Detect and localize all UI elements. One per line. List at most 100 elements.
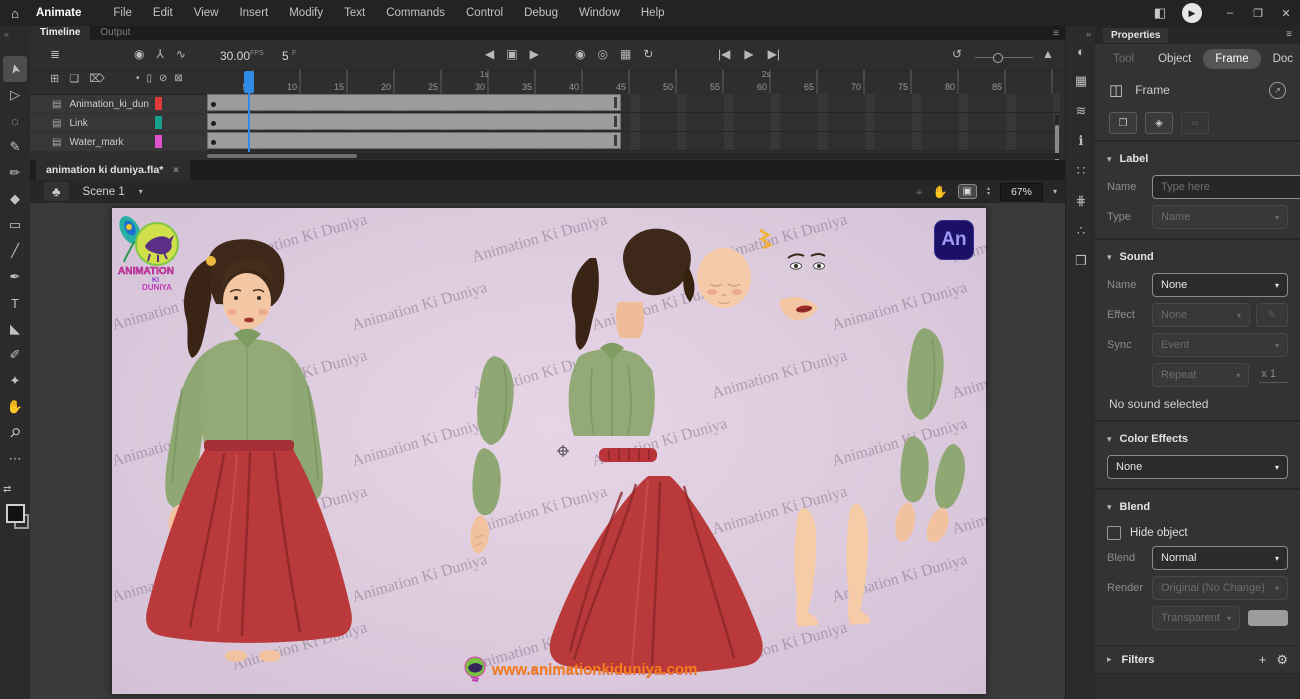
link-icon[interactable]: ∞ xyxy=(1181,112,1209,134)
layer-color-swatch[interactable] xyxy=(155,97,162,110)
onion-outline-icon[interactable]: ◎ xyxy=(597,48,607,60)
frame-span[interactable] xyxy=(207,132,621,149)
grab-stage-icon[interactable]: ✋ xyxy=(933,186,948,198)
transform-panel-icon[interactable]: ∷ xyxy=(1077,163,1085,179)
menu-item[interactable]: Text xyxy=(344,7,365,19)
part-sleeve-right[interactable] xyxy=(907,328,943,420)
current-frame-display[interactable]: 5 F xyxy=(282,49,296,63)
menu-item[interactable]: Commands xyxy=(386,7,445,19)
new-folder-icon[interactable]: ❑ xyxy=(69,74,79,85)
align-panel-icon[interactable]: ≋ xyxy=(1076,103,1087,119)
part-head[interactable] xyxy=(697,248,751,308)
part-leg-1[interactable] xyxy=(794,508,818,627)
restore-button[interactable]: ❐ xyxy=(1244,7,1272,20)
label-section-header[interactable]: ▾ Label xyxy=(1107,149,1288,169)
dock-collapse-icon[interactable]: » xyxy=(1086,29,1091,39)
sound-effect-select[interactable]: None ▾ xyxy=(1152,303,1250,327)
swatches-panel-icon[interactable]: ▦ xyxy=(1075,73,1087,89)
sound-repeat-select[interactable]: Repeat ▾ xyxy=(1152,363,1249,387)
menu-item[interactable]: View xyxy=(194,7,219,19)
part-eyes[interactable] xyxy=(788,254,825,269)
filter-options-icon[interactable]: ⚙ xyxy=(1276,652,1288,668)
layers-panel-icon[interactable]: ≣ xyxy=(50,48,60,60)
layer-row[interactable]: ▤ Animation_ki_dun... xyxy=(30,95,207,113)
classic-brush-tool-icon[interactable]: ✏ xyxy=(3,160,27,186)
layer-frames-row[interactable] xyxy=(207,94,1060,113)
sound-repeat-count[interactable]: x 1 xyxy=(1259,368,1288,383)
sound-section-header[interactable]: ▾ Sound xyxy=(1107,247,1288,267)
step-forward-icon[interactable]: ▶ xyxy=(530,48,539,60)
symbol-edit-icon[interactable]: ♣ xyxy=(44,182,69,201)
hand-tool-icon[interactable]: ✋ xyxy=(3,394,27,420)
center-stage-button[interactable]: ▣ xyxy=(958,184,977,199)
add-filter-icon[interactable]: + xyxy=(1259,652,1267,667)
alpha-mode-select[interactable]: Transparent ▾ xyxy=(1152,606,1240,630)
delete-layer-icon[interactable]: ⌦ xyxy=(89,74,105,85)
timeline-zoom-knob[interactable] xyxy=(993,53,1003,63)
color-effects-header[interactable]: ▾ Color Effects xyxy=(1107,429,1288,449)
more-tools-icon[interactable]: ⋯ xyxy=(3,446,27,472)
chevron-right-icon[interactable]: ▸ xyxy=(1107,655,1112,664)
scene-name[interactable]: Scene 1 xyxy=(83,186,125,198)
part-blouse-torso[interactable] xyxy=(569,343,655,436)
close-document-icon[interactable]: ✕ xyxy=(172,165,180,176)
properties-tab[interactable]: Object xyxy=(1146,49,1203,69)
close-button[interactable]: ✕ xyxy=(1272,7,1300,20)
workspace-icon[interactable]: ◧ xyxy=(1154,5,1166,21)
quick-share-play-icon[interactable]: ▶ xyxy=(1182,3,1202,23)
frame-span[interactable] xyxy=(207,94,621,111)
layer-frames-row[interactable] xyxy=(207,113,1060,132)
blend-section-header[interactable]: ▾ Blend xyxy=(1107,497,1288,517)
layer-name[interactable]: Animation_ki_dun... xyxy=(69,99,149,110)
asset-warp-tool-icon[interactable]: ✦ xyxy=(3,368,27,394)
part-mouth[interactable] xyxy=(779,297,818,320)
part-forearm-right-1[interactable] xyxy=(895,436,929,542)
highlight-column-icon[interactable]: • xyxy=(136,74,140,84)
rewind-icon[interactable]: |◀ xyxy=(718,48,730,60)
part-ponytail[interactable] xyxy=(572,258,599,350)
minimize-button[interactable]: – xyxy=(1216,7,1244,19)
assets-panel-icon[interactable]: ∴ xyxy=(1077,223,1085,239)
layer-name[interactable]: Link xyxy=(69,118,87,129)
eyedropper-tool-icon[interactable]: ✐ xyxy=(3,342,27,368)
help-icon[interactable]: ↗ xyxy=(1269,82,1286,99)
part-waistband[interactable] xyxy=(599,448,657,462)
layer-color-swatch[interactable] xyxy=(155,135,162,148)
menu-item[interactable]: File xyxy=(113,7,132,19)
panel-menu-icon[interactable]: ≡ xyxy=(1053,28,1059,39)
line-tool-icon[interactable]: ╱ xyxy=(3,238,27,264)
playhead[interactable] xyxy=(244,71,254,93)
frame-span[interactable] xyxy=(207,113,621,130)
part-forearm-left[interactable] xyxy=(470,448,501,553)
color-effect-select[interactable]: None ▾ xyxy=(1107,455,1288,479)
play-icon[interactable]: ▶ xyxy=(744,48,753,60)
part-forearm-right-2[interactable] xyxy=(927,444,965,542)
brush-library-panel-icon[interactable]: ⋕ xyxy=(1076,193,1087,209)
pasteboard[interactable]: Animation Ki DuniyaAnimation Ki DuniyaAn… xyxy=(30,203,1065,699)
zoom-tool-icon[interactable]: ⚲ xyxy=(3,420,27,446)
zoom-level-value[interactable]: 67% xyxy=(1000,183,1043,201)
layer-color-swatch[interactable] xyxy=(155,116,162,129)
hide-object-checkbox[interactable] xyxy=(1107,526,1121,540)
properties-tab[interactable]: Doc xyxy=(1261,49,1300,69)
part-leg-2[interactable] xyxy=(846,504,870,625)
layer-row[interactable]: ▤ Link xyxy=(30,114,207,132)
loop-icon[interactable]: ↻ xyxy=(643,48,653,60)
frames-area[interactable]: 1s2s 510152025303540455055606570758085 xyxy=(207,70,1060,160)
menu-item[interactable]: Edit xyxy=(153,7,173,19)
properties-menu-icon[interactable]: ≡ xyxy=(1286,30,1292,40)
swap-colors-icon[interactable]: ⇄ xyxy=(3,484,27,495)
frame-ruler[interactable]: 510152025303540455055606570758085 xyxy=(207,81,1060,95)
menu-item[interactable]: Modify xyxy=(289,7,323,19)
forward-icon[interactable]: ▶| xyxy=(768,48,780,60)
fill-color-swatch[interactable] xyxy=(6,504,25,523)
render-select[interactable]: Original (No Change) ▾ xyxy=(1152,576,1288,600)
timeline-tab[interactable]: Timeline xyxy=(30,26,90,40)
sound-name-select[interactable]: None ▾ xyxy=(1152,273,1288,297)
home-icon[interactable]: ⌂ xyxy=(0,6,30,21)
selection-tool-icon[interactable]: ➤ xyxy=(3,56,27,82)
part-upper-sleeve[interactable] xyxy=(477,356,513,445)
fluid-brush-tool-icon[interactable]: ✎ xyxy=(3,134,27,160)
lock-column-icon[interactable]: ⊠ xyxy=(174,74,182,84)
part-hair[interactable] xyxy=(623,229,694,302)
